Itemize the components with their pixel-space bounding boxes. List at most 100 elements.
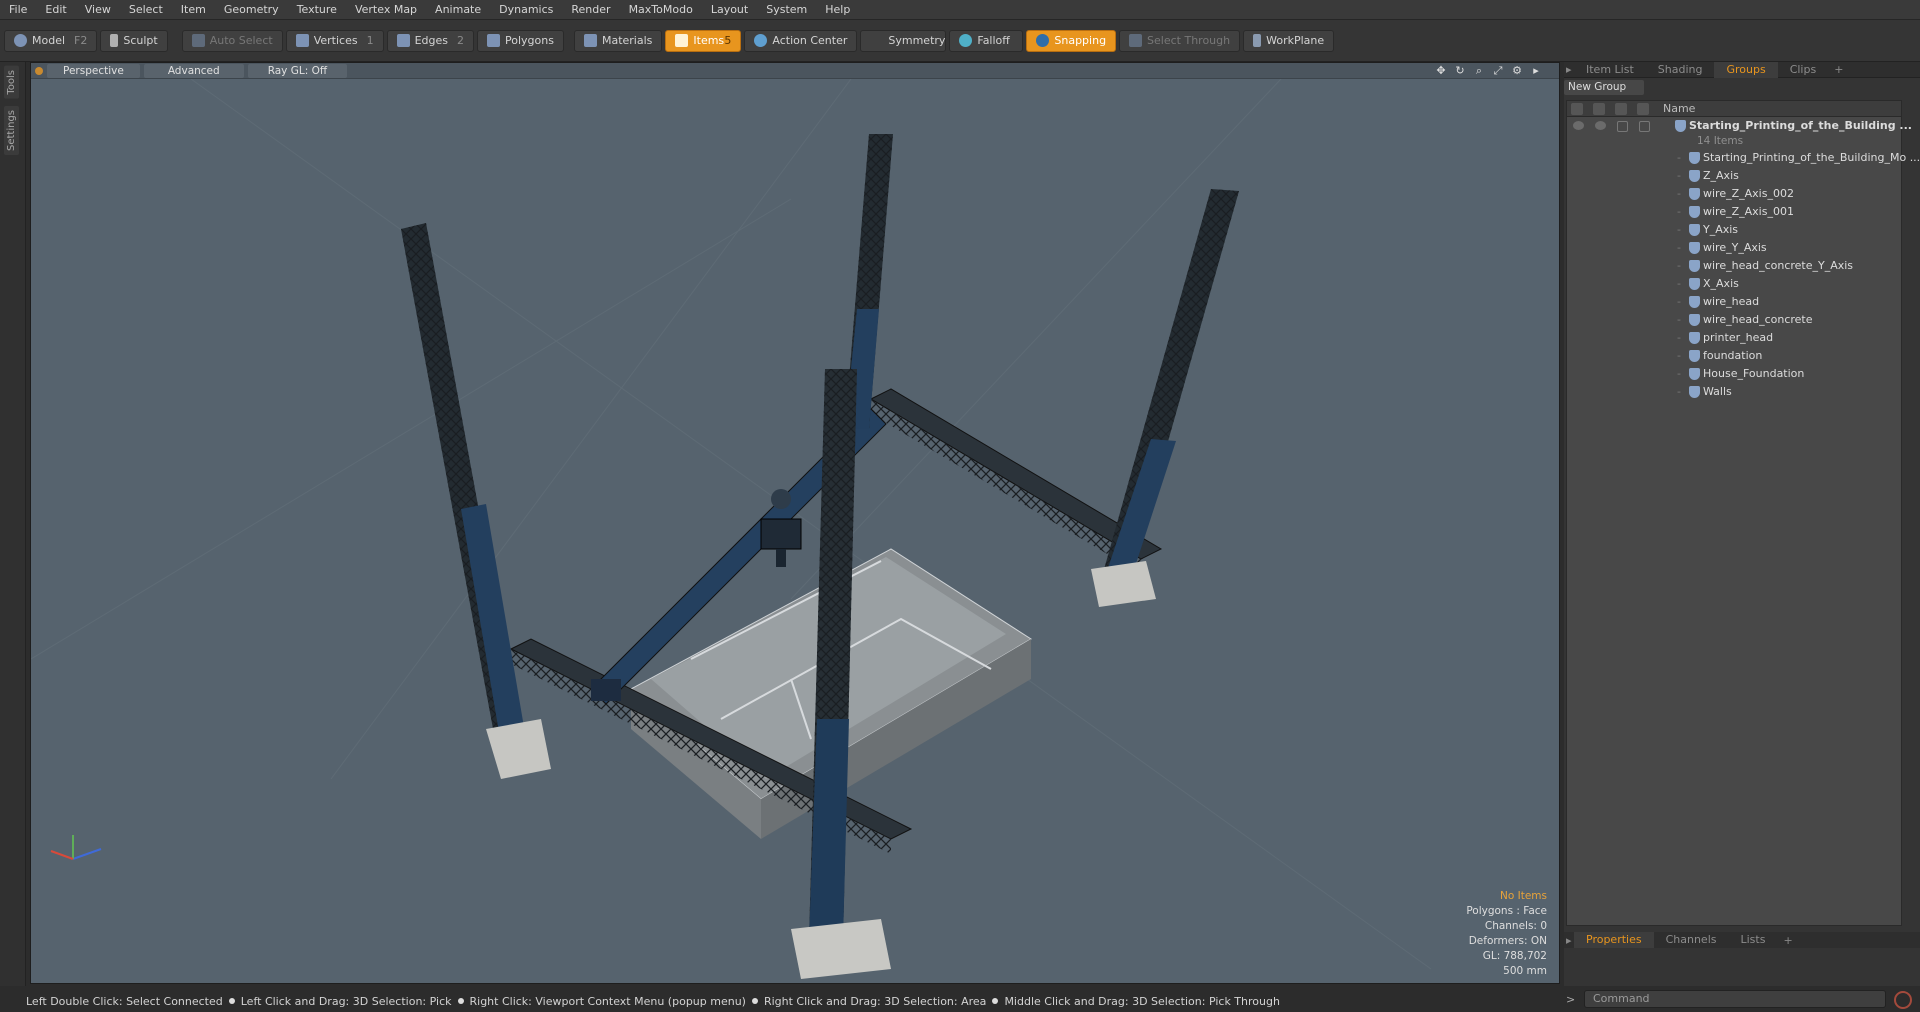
raygl-button[interactable]: Ray GL: Off	[247, 63, 348, 78]
menu-layout[interactable]: Layout	[702, 0, 757, 20]
tree-branch-icon: -	[1677, 295, 1681, 308]
menu-help[interactable]: Help	[816, 0, 859, 20]
symmetry-button[interactable]: Symmetry	[860, 29, 947, 52]
menu-select[interactable]: Select	[120, 0, 172, 20]
snapping-button[interactable]: Snapping	[1026, 29, 1117, 52]
menu-edit[interactable]: Edit	[36, 0, 75, 20]
tree-branch-icon: -	[1677, 259, 1681, 272]
edges-button[interactable]: Edges 2	[386, 29, 475, 52]
group-count: 14 Items	[1697, 135, 1744, 147]
lock-column-icon[interactable]	[1615, 103, 1627, 115]
left-tab-strip: Tools Settings	[0, 62, 26, 986]
chevron-right-icon[interactable]: ▸	[1529, 64, 1543, 78]
list-item[interactable]: - Y_Axis	[1567, 221, 1901, 239]
menu-view[interactable]: View	[76, 0, 120, 20]
info-deformers: Deformers: ON	[1468, 935, 1547, 947]
materials-button[interactable]: Materials	[573, 29, 663, 52]
3d-viewport[interactable]: Perspective Advanced Ray GL: Off ✥ ↻ ⌕ ⤢…	[30, 62, 1560, 984]
tree-branch-icon: -	[1677, 313, 1681, 326]
select-through-button[interactable]: Select Through	[1119, 29, 1241, 52]
list-item-label: House_Foundation	[1703, 367, 1805, 380]
add-tab-icon[interactable]: +	[1828, 63, 1849, 76]
tree-branch-icon: -	[1677, 277, 1681, 290]
menu-geometry[interactable]: Geometry	[215, 0, 288, 20]
list-item[interactable]: - Z_Axis	[1567, 167, 1901, 185]
menu-render[interactable]: Render	[562, 0, 619, 20]
zoom-view-icon[interactable]: ⌕	[1472, 64, 1486, 78]
tab-settings[interactable]: Settings	[4, 106, 19, 156]
viewport-nav-icons: ✥ ↻ ⌕ ⤢ ⚙ ▸	[1429, 64, 1543, 78]
tab-properties[interactable]: Properties	[1574, 932, 1654, 948]
command-input[interactable]: Command	[1584, 990, 1886, 1008]
items-button[interactable]: Items 5	[665, 29, 742, 52]
tab-lists[interactable]: Lists	[1729, 932, 1778, 948]
axis-gizmo	[50, 835, 102, 860]
maximize-view-icon[interactable]: ⤢	[1491, 64, 1505, 78]
render-column-icon[interactable]	[1593, 103, 1605, 115]
groups-list-header: Name	[1567, 101, 1901, 117]
tab-channels[interactable]: Channels	[1654, 932, 1729, 948]
list-item-label: X_Axis	[1703, 277, 1739, 290]
new-group-button[interactable]: New Group	[1564, 80, 1644, 95]
mesh-icon	[1689, 188, 1700, 200]
vertices-icon	[295, 34, 309, 47]
select-column-icon[interactable]	[1637, 103, 1649, 115]
menu-animate[interactable]: Animate	[426, 0, 490, 20]
rotate-view-icon[interactable]: ↻	[1453, 64, 1467, 78]
perspective-button[interactable]: Perspective	[47, 63, 140, 78]
list-item[interactable]: - wire_Y_Axis	[1567, 239, 1901, 257]
menu-item[interactable]: Item	[172, 0, 215, 20]
list-item[interactable]: - House_Foundation	[1567, 365, 1901, 383]
lock-checkbox[interactable]	[1617, 121, 1628, 132]
list-item-label: wire_Y_Axis	[1703, 241, 1767, 254]
render-icon[interactable]	[1595, 121, 1606, 130]
polygons-button[interactable]: Polygons	[477, 29, 564, 52]
move-view-icon[interactable]: ✥	[1434, 64, 1448, 78]
separator-dot-icon	[751, 998, 758, 1004]
list-item[interactable]: - X_Axis	[1567, 275, 1901, 293]
menu-vertex-map[interactable]: Vertex Map	[346, 0, 426, 20]
list-item[interactable]: - wire_Z_Axis_002	[1567, 185, 1901, 203]
action-center-button[interactable]: Action Center	[744, 29, 858, 52]
menu-file[interactable]: File	[0, 0, 36, 20]
visibility-column-icon[interactable]	[1571, 103, 1583, 115]
eye-icon[interactable]	[1573, 121, 1584, 130]
advanced-button[interactable]: Advanced	[143, 63, 244, 78]
add-bottom-tab-icon[interactable]: +	[1777, 934, 1798, 947]
polygons-icon	[487, 34, 501, 47]
list-item[interactable]: - foundation	[1567, 347, 1901, 365]
sculpt-button[interactable]: Sculpt	[100, 29, 168, 52]
list-item[interactable]: - wire_head_concrete	[1567, 311, 1901, 329]
workplane-button[interactable]: WorkPlane	[1243, 29, 1335, 52]
tab-groups[interactable]: Groups	[1714, 61, 1778, 78]
tab-item-list[interactable]: Item List	[1574, 62, 1646, 78]
list-item[interactable]: - Starting_Printing_of_the_Building_Mo ..…	[1567, 149, 1920, 167]
gear-icon[interactable]: ⚙	[1510, 64, 1524, 78]
auto-select-button[interactable]: Auto Select	[181, 29, 283, 52]
select-checkbox[interactable]	[1639, 121, 1650, 132]
list-item[interactable]: - wire_head_concrete_Y_Axis	[1567, 257, 1901, 275]
vertices-button[interactable]: Vertices 1	[285, 29, 384, 52]
name-column-header[interactable]: Name	[1663, 101, 1695, 117]
group-row[interactable]: Starting_Printing_of_the_Building ...	[1567, 117, 1912, 135]
record-icon[interactable]	[1894, 991, 1912, 1009]
menu-maxtomodo[interactable]: MaxToModo	[620, 0, 702, 20]
brush-icon	[110, 34, 119, 47]
menu-texture[interactable]: Texture	[288, 0, 346, 20]
list-item[interactable]: - printer_head	[1567, 329, 1901, 347]
viewport-menu-icon[interactable]	[35, 66, 43, 75]
mesh-icon	[1689, 242, 1700, 254]
tab-clips[interactable]: Clips	[1778, 62, 1829, 78]
list-item[interactable]: - wire_head	[1567, 293, 1901, 311]
tab-tools[interactable]: Tools	[4, 66, 19, 99]
list-item[interactable]: - Walls	[1567, 383, 1901, 401]
list-item[interactable]: - wire_Z_Axis_001	[1567, 203, 1901, 221]
bottom-panel-menu-icon[interactable]: ▸	[1564, 934, 1574, 947]
falloff-button[interactable]: Falloff	[949, 29, 1024, 52]
menu-system[interactable]: System	[757, 0, 816, 20]
panel-menu-icon[interactable]: ▸	[1564, 63, 1574, 76]
model-button[interactable]: Model F2	[4, 29, 98, 52]
menu-dynamics[interactable]: Dynamics	[490, 0, 562, 20]
workplane-icon	[1253, 34, 1262, 47]
tab-shading[interactable]: Shading	[1646, 62, 1715, 78]
